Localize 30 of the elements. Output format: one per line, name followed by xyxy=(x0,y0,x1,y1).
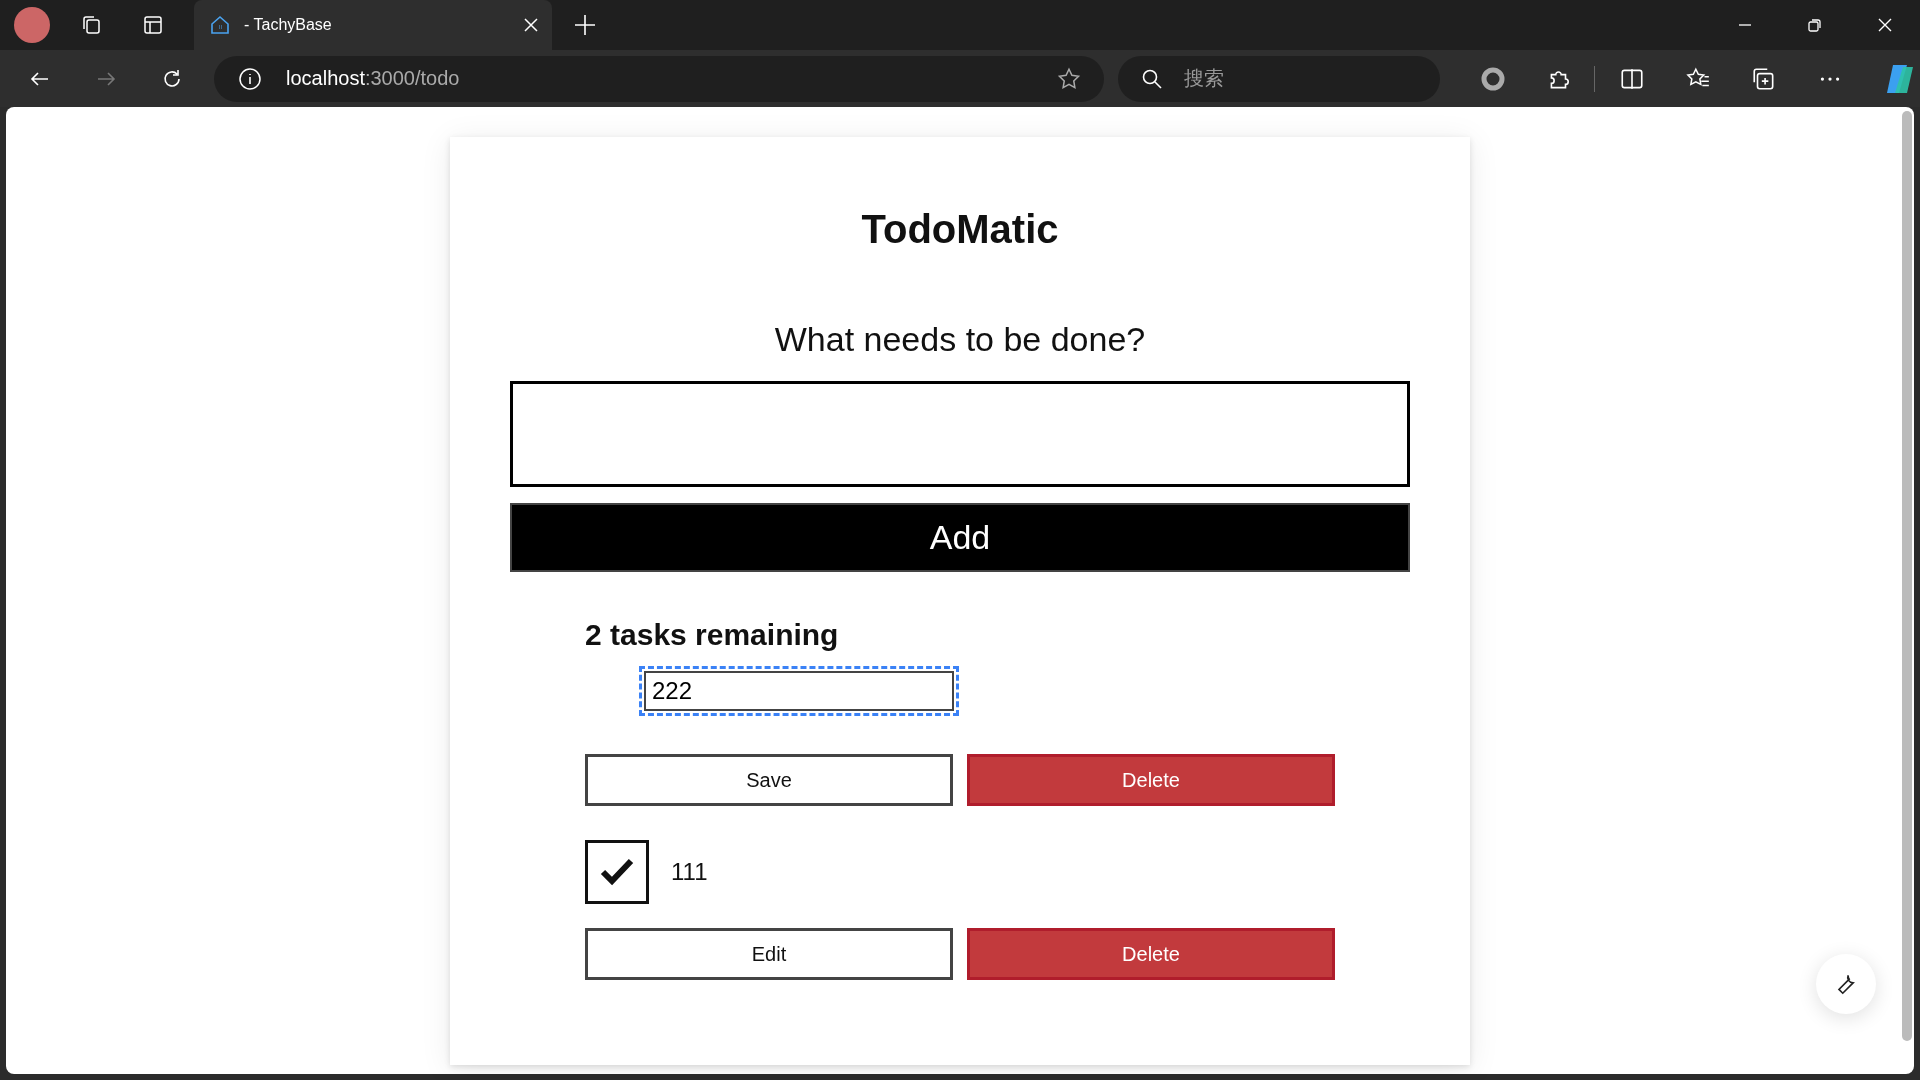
task-prompt: What needs to be done? xyxy=(774,320,1146,359)
tab-title: - TachyBase xyxy=(244,16,332,34)
home-icon xyxy=(208,13,232,37)
tab-actions-icon[interactable] xyxy=(142,14,164,36)
address-bar[interactable]: localhost:3000/todo xyxy=(214,55,1104,102)
delete-button[interactable]: Delete xyxy=(967,928,1335,980)
scrollbar[interactable] xyxy=(1902,111,1912,1041)
check-icon xyxy=(599,857,635,887)
close-icon[interactable] xyxy=(1877,17,1893,33)
restore-icon[interactable] xyxy=(1807,17,1823,33)
task-checkbox[interactable] xyxy=(585,840,649,904)
search-field[interactable]: 搜索 xyxy=(1118,55,1440,102)
info-icon[interactable] xyxy=(238,66,262,91)
url-text: localhost:3000/todo xyxy=(286,67,460,90)
browser-tab[interactable]: - TachyBase xyxy=(194,0,552,50)
close-icon[interactable] xyxy=(524,18,538,32)
new-task-input[interactable] xyxy=(510,381,1410,487)
add-button[interactable]: Add xyxy=(510,503,1410,572)
task-label: 111 xyxy=(671,858,708,886)
circle-icon[interactable] xyxy=(1480,65,1506,92)
tasks-remaining-heading: 2 tasks remaining xyxy=(585,618,839,652)
new-tab-icon[interactable] xyxy=(574,14,596,36)
edit-button[interactable]: Edit xyxy=(585,928,953,980)
task-name-field[interactable]: 222 xyxy=(639,666,959,716)
save-button[interactable]: Save xyxy=(585,754,953,806)
profile-avatar[interactable] xyxy=(14,7,50,43)
collections-icon[interactable] xyxy=(80,14,102,36)
app-title: TodoMatic xyxy=(861,207,1059,252)
delete-button[interactable]: Delete xyxy=(967,754,1335,806)
search-input[interactable]: 搜索 xyxy=(1182,66,1386,91)
